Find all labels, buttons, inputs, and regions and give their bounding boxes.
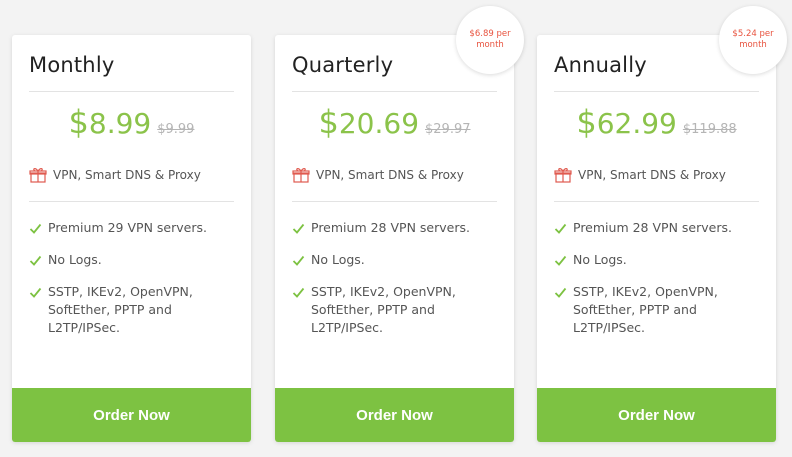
feature-label: SSTP, IKEv2, OpenVPN, SoftEther, PPTP an… — [573, 284, 718, 335]
top-feature-label: VPN, Smart DNS & Proxy — [316, 168, 464, 182]
feature-list: Premium 28 VPN servers. No Logs. SSTP, I… — [292, 219, 497, 351]
feature-item: No Logs. — [29, 251, 234, 269]
plan-card-monthly: Monthly $8.99 $9.99 VPN, Smart DNS & Prox… — [12, 35, 251, 442]
currency-symbol: $ — [68, 103, 89, 141]
feature-item: Premium 29 VPN servers. — [29, 219, 234, 237]
check-icon — [554, 254, 567, 267]
top-feature-label: VPN, Smart DNS & Proxy — [53, 168, 201, 182]
top-feature: VPN, Smart DNS & Proxy — [554, 166, 726, 184]
plan-name: Monthly — [29, 53, 115, 77]
feature-item: No Logs. — [292, 251, 497, 269]
plan-card-annually: Annually $62.99 $119.88 VPN, Smart DNS & … — [537, 35, 776, 442]
check-icon — [554, 222, 567, 235]
feature-label: No Logs. — [48, 252, 102, 267]
feature-label: SSTP, IKEv2, OpenVPN, SoftEther, PPTP an… — [48, 284, 193, 335]
gift-icon — [554, 166, 572, 184]
price-value: 8.99 — [88, 107, 152, 140]
top-feature: VPN, Smart DNS & Proxy — [29, 166, 201, 184]
check-icon — [292, 286, 305, 299]
price: $20.69 — [318, 103, 420, 141]
feature-label: Premium 28 VPN servers. — [311, 220, 470, 235]
per-month-badge: $5.24 per month — [719, 6, 787, 74]
divider — [29, 201, 234, 202]
gift-icon — [292, 166, 310, 184]
feature-item: Premium 28 VPN servers. — [554, 219, 759, 237]
check-icon — [554, 286, 567, 299]
price-value: 20.69 — [338, 107, 420, 140]
feature-item: SSTP, IKEv2, OpenVPN, SoftEther, PPTP an… — [292, 283, 497, 337]
feature-list: Premium 28 VPN servers. No Logs. SSTP, I… — [554, 219, 759, 351]
divider — [292, 201, 497, 202]
top-feature: VPN, Smart DNS & Proxy — [292, 166, 464, 184]
check-icon — [29, 286, 42, 299]
check-icon — [29, 254, 42, 267]
price-row: $62.99 $119.88 — [537, 103, 776, 141]
order-now-button[interactable]: Order Now — [12, 388, 251, 442]
currency-symbol: $ — [576, 103, 597, 141]
check-icon — [292, 254, 305, 267]
check-icon — [292, 222, 305, 235]
top-feature-label: VPN, Smart DNS & Proxy — [578, 168, 726, 182]
check-icon — [29, 222, 42, 235]
price: $62.99 — [576, 103, 677, 141]
feature-label: SSTP, IKEv2, OpenVPN, SoftEther, PPTP an… — [311, 284, 456, 335]
currency-symbol: $ — [318, 103, 339, 141]
gift-icon — [29, 166, 47, 184]
divider — [554, 201, 759, 202]
old-price: $29.97 — [425, 122, 471, 137]
plan-name: Annually — [554, 53, 647, 77]
plan-name: Quarterly — [292, 53, 394, 77]
feature-label: No Logs. — [573, 252, 627, 267]
feature-item: Premium 28 VPN servers. — [292, 219, 497, 237]
feature-item: SSTP, IKEv2, OpenVPN, SoftEther, PPTP an… — [554, 283, 759, 337]
divider — [554, 91, 759, 92]
order-now-button[interactable]: Order Now — [275, 388, 514, 442]
feature-label: No Logs. — [311, 252, 365, 267]
old-price: $119.88 — [682, 122, 737, 137]
divider — [29, 91, 234, 92]
per-month-badge: $6.89 per month — [456, 6, 524, 74]
feature-list: Premium 29 VPN servers. No Logs. SSTP, I… — [29, 219, 234, 351]
feature-label: Premium 29 VPN servers. — [48, 220, 207, 235]
pricing-plans: Monthly $8.99 $9.99 VPN, Smart DNS & Prox… — [0, 0, 792, 457]
divider — [292, 91, 497, 92]
feature-item: No Logs. — [554, 251, 759, 269]
feature-label: Premium 28 VPN servers. — [573, 220, 732, 235]
price-value: 62.99 — [596, 107, 677, 140]
price: $8.99 — [69, 103, 152, 141]
feature-item: SSTP, IKEv2, OpenVPN, SoftEther, PPTP an… — [29, 283, 234, 337]
order-now-button[interactable]: Order Now — [537, 388, 776, 442]
plan-card-quarterly: Quarterly $20.69 $29.97 VPN, Smart DNS & … — [275, 35, 514, 442]
price-row: $20.69 $29.97 — [275, 103, 514, 141]
price-row: $8.99 $9.99 — [12, 103, 251, 141]
old-price: $9.99 — [157, 122, 195, 137]
